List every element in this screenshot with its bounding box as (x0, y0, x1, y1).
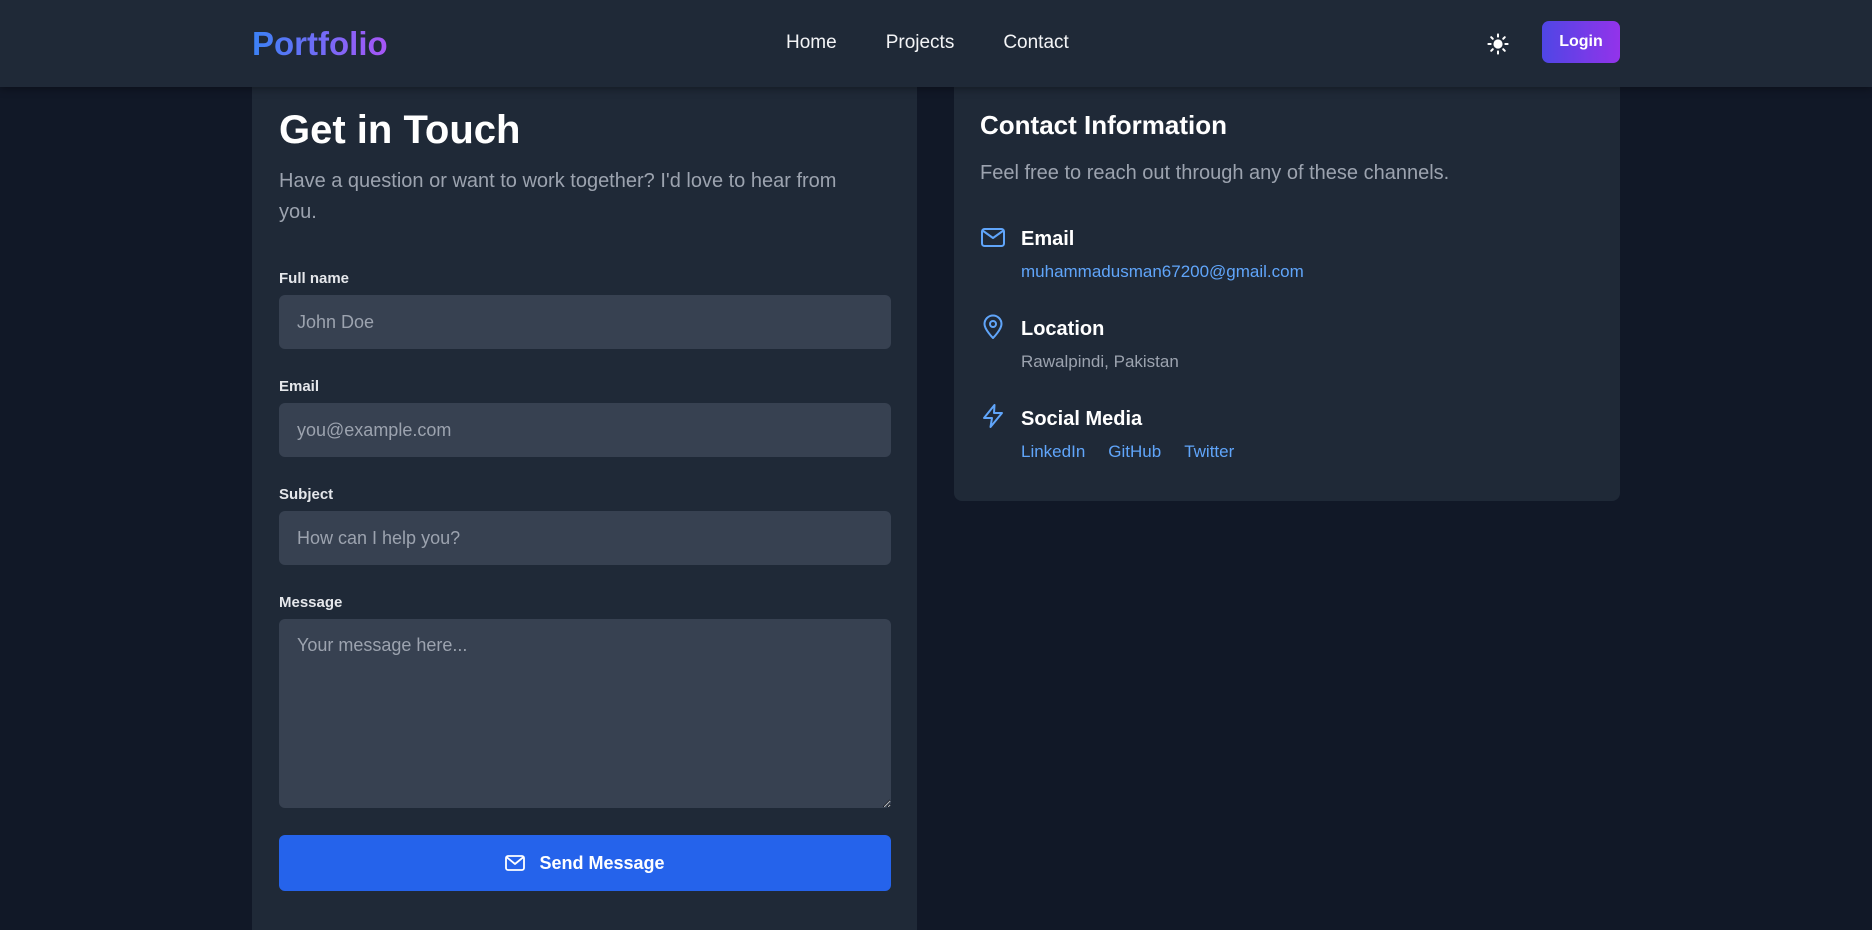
subject-label: Subject (279, 486, 334, 503)
send-message-label: Send Message (539, 852, 665, 873)
full-name-input[interactable] (279, 295, 891, 349)
sun-icon (1487, 33, 1509, 55)
theme-toggle-button[interactable] (1484, 30, 1512, 58)
lightning-icon (983, 404, 1003, 428)
message-label: Message (279, 594, 343, 611)
nav-home-link[interactable]: Home (786, 29, 837, 57)
full-name-label: Full name (279, 270, 350, 287)
navbar: Portfolio Home Projects Contact Login (0, 0, 1872, 87)
email-label: Email (279, 378, 320, 395)
social-media-label: Social Media (1021, 408, 1143, 430)
login-button[interactable]: Login (1542, 21, 1620, 63)
message-textarea[interactable] (279, 619, 891, 808)
contact-info-title: Contact Information (980, 110, 1227, 140)
form-subtitle: Have a question or want to work together… (279, 170, 837, 223)
nav-contact-link[interactable]: Contact (1003, 29, 1068, 57)
email-link[interactable]: muhammadusman67200@gmail.com (1021, 260, 1304, 284)
twitter-link[interactable]: Twitter (1184, 440, 1234, 464)
github-link[interactable]: GitHub (1108, 440, 1161, 464)
linkedin-link[interactable]: LinkedIn (1021, 440, 1085, 464)
form-title: Get in Touch (279, 108, 521, 152)
subject-input[interactable] (279, 511, 891, 565)
email-info-label: Email (1021, 228, 1075, 250)
location-value: Rawalpindi, Pakistan (1021, 352, 1179, 371)
send-message-button[interactable]: Send Message (279, 835, 891, 891)
nav-links: Home Projects Contact (786, 29, 1118, 57)
email-input[interactable] (279, 403, 891, 457)
nav-projects-link[interactable]: Projects (886, 29, 955, 57)
location-info-label: Location (1021, 318, 1105, 340)
social-links: LinkedIn GitHub Twitter (1021, 440, 1257, 464)
logo[interactable]: Portfolio (252, 22, 388, 66)
map-pin-icon (983, 314, 1003, 339)
mail-icon (981, 228, 1005, 247)
contact-info-subtitle: Feel free to reach out through any of th… (980, 162, 1450, 184)
mail-icon (505, 855, 526, 871)
